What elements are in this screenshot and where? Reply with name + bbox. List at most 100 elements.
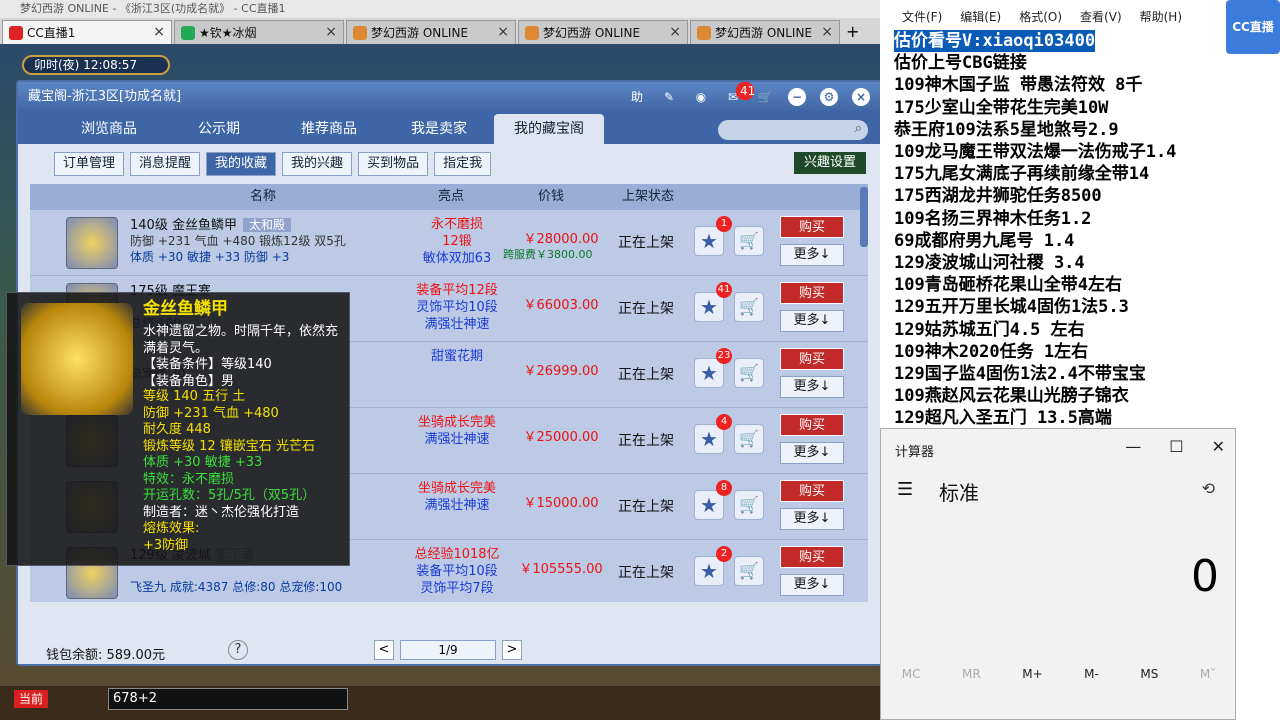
browser-tab[interactable]: 梦幻西游 ONLINE ×	[518, 20, 688, 44]
notepad-line: 175少室山全带花生完美10W	[894, 97, 1109, 118]
close-icon[interactable]: ×	[325, 24, 337, 40]
cart-icon[interactable]: 🛒	[734, 556, 764, 586]
cart-icon[interactable]: 🛒	[734, 358, 764, 388]
close-icon[interactable]: ✕	[1212, 437, 1225, 456]
tooltip-name: 金丝鱼鳞甲	[143, 299, 228, 319]
highlight-line: 坐骑成长完美	[417, 481, 496, 496]
minimize-icon[interactable]: −	[788, 88, 806, 106]
cart-icon[interactable]: 🛒	[756, 88, 774, 106]
close-icon[interactable]: ×	[497, 24, 509, 40]
buy-button[interactable]: 购买	[780, 348, 844, 370]
settings-icon[interactable]: ⚙	[820, 88, 838, 106]
favorite-count-badge: 23	[716, 348, 732, 364]
sub-nav: 订单管理 消息提醒 我的收藏 我的兴趣 买到物品 指定我	[54, 152, 492, 176]
notepad-line: 109龙马魔王带双法爆一法伤戒子1.4	[894, 142, 1177, 163]
notepad-menu: 文件(F) 编辑(E) 格式(O) 查看(V) 帮助(H)	[880, 8, 1280, 30]
menu-help[interactable]: 帮助(H)	[1140, 8, 1182, 30]
buy-button[interactable]: 购买	[780, 216, 844, 238]
buy-button[interactable]: 购买	[780, 480, 844, 502]
mem-add-button[interactable]: M+	[1022, 667, 1042, 681]
cart-icon[interactable]: 🛒	[734, 292, 764, 322]
stat-line: 特效：永不磨损	[143, 471, 235, 487]
close-icon[interactable]: ×	[153, 24, 165, 40]
sub-bought[interactable]: 买到物品	[358, 152, 429, 176]
new-tab-button[interactable]: +	[846, 22, 859, 41]
tab-label: ★钦★冰烟	[199, 26, 257, 40]
browser-tab[interactable]: 梦幻西游 ONLINE ×	[690, 20, 840, 44]
notepad-text[interactable]: 估价看号V:xiaoqi03400 估价上号CBG链接 109神木国子监 带愚法符效…	[894, 30, 1280, 430]
helper-button[interactable]: 助	[628, 88, 646, 106]
menu-edit[interactable]: 编辑(E)	[960, 8, 1001, 30]
close-icon[interactable]: ×	[852, 88, 870, 106]
main-nav: 浏览商品 公示期 推荐商品 我是卖家 我的藏宝阁 ⌕	[18, 112, 880, 144]
chat-input[interactable]: 678+2	[108, 688, 348, 710]
menu-icon[interactable]: ☰	[897, 479, 913, 500]
game-icon	[697, 25, 711, 40]
sub-interests[interactable]: 我的兴趣	[282, 152, 353, 176]
tooltip-desc: 水神遗留之物。时隔千年，依然充满着灵气。 【装备条件】等级140 【装备角色】男	[143, 324, 343, 390]
wallet-balance: 钱包余额: 589.00元	[46, 648, 165, 663]
more-button[interactable]: 更多↓	[780, 310, 844, 332]
memory-row: MC MR M+ M- MS M˅	[881, 667, 1237, 681]
sub-messages[interactable]: 消息提醒	[130, 152, 201, 176]
calc-mode: 标准	[939, 481, 979, 505]
notepad-line: 109神木2020任务 1左右	[894, 341, 1089, 362]
more-button[interactable]: 更多↓	[780, 244, 844, 266]
highlight-line: 装备平均12段	[416, 283, 498, 298]
interest-settings-button[interactable]: 兴趣设置	[793, 152, 866, 174]
item-name: 140级 金丝鱼鳞甲 太和殿	[130, 214, 291, 233]
next-page-button[interactable]: >	[502, 640, 522, 660]
menu-view[interactable]: 查看(V)	[1080, 8, 1122, 30]
cart-icon[interactable]: 🛒	[734, 424, 764, 454]
close-icon[interactable]: ×	[669, 24, 681, 40]
browser-tab[interactable]: ★钦★冰烟 ×	[174, 20, 344, 44]
stop-icon[interactable]: ◉	[692, 88, 710, 106]
tab-publicity[interactable]: 公示期	[164, 114, 274, 144]
tab-browse[interactable]: 浏览商品	[54, 114, 164, 144]
more-button[interactable]: 更多↓	[780, 442, 844, 464]
menu-format[interactable]: 格式(O)	[1019, 8, 1062, 30]
minimize-icon[interactable]: —	[1125, 437, 1141, 456]
history-icon[interactable]: ⟲	[1202, 479, 1215, 498]
sub-assigned[interactable]: 指定我	[434, 152, 492, 176]
mem-clear-button[interactable]: MC	[902, 667, 921, 681]
mem-store-button[interactable]: MS	[1140, 667, 1158, 681]
tab-recommend[interactable]: 推荐商品	[274, 114, 384, 144]
channel-button[interactable]: 当前	[14, 690, 48, 708]
table-row[interactable]: 140级 金丝鱼鳞甲 太和殿 防御 +231 气血 +480 锻炼12级 双5孔 …	[30, 210, 868, 276]
mem-list-button[interactable]: M˅	[1200, 667, 1216, 681]
mem-recall-button[interactable]: MR	[962, 667, 981, 681]
more-button[interactable]: 更多↓	[780, 376, 844, 398]
tab-my-cbg[interactable]: 我的藏宝阁	[494, 114, 604, 144]
prev-page-button[interactable]: <	[374, 640, 394, 660]
help-icon[interactable]: ?	[228, 640, 248, 660]
message-icon[interactable]: ✉ 41	[724, 82, 755, 106]
message-count-badge: 41	[736, 82, 755, 100]
stat-line: 耐久度 448	[143, 422, 211, 437]
tab-seller[interactable]: 我是卖家	[384, 114, 494, 144]
cart-icon[interactable]: 🛒	[734, 226, 764, 256]
game-icon	[525, 25, 539, 40]
buy-button[interactable]: 购买	[780, 414, 844, 436]
more-button[interactable]: 更多↓	[780, 574, 844, 596]
listing-status: 正在上架	[618, 235, 674, 251]
item-highlights: 永不磨损 12锻 敏体双加63	[402, 216, 512, 267]
item-avatar[interactable]	[66, 217, 118, 269]
search-input[interactable]: ⌕	[718, 120, 868, 140]
listing-status: 正在上架	[618, 433, 674, 449]
cart-icon[interactable]: 🛒	[734, 490, 764, 520]
scrollbar[interactable]	[860, 187, 868, 247]
menu-file[interactable]: 文件(F)	[902, 8, 942, 30]
maximize-icon[interactable]: ☐	[1169, 437, 1183, 456]
buy-button[interactable]: 购买	[780, 282, 844, 304]
more-button[interactable]: 更多↓	[780, 508, 844, 530]
close-icon[interactable]: ×	[821, 24, 833, 40]
mem-subtract-button[interactable]: M-	[1084, 667, 1099, 681]
sub-orders[interactable]: 订单管理	[54, 152, 125, 176]
col-name: 名称	[250, 189, 277, 204]
browser-tab[interactable]: CC直播1 ×	[2, 20, 172, 44]
buy-button[interactable]: 购买	[780, 546, 844, 568]
browser-tab[interactable]: 梦幻西游 ONLINE ×	[346, 20, 516, 44]
sub-favorites[interactable]: 我的收藏	[206, 152, 277, 176]
pin-icon[interactable]: ✎	[660, 88, 678, 106]
